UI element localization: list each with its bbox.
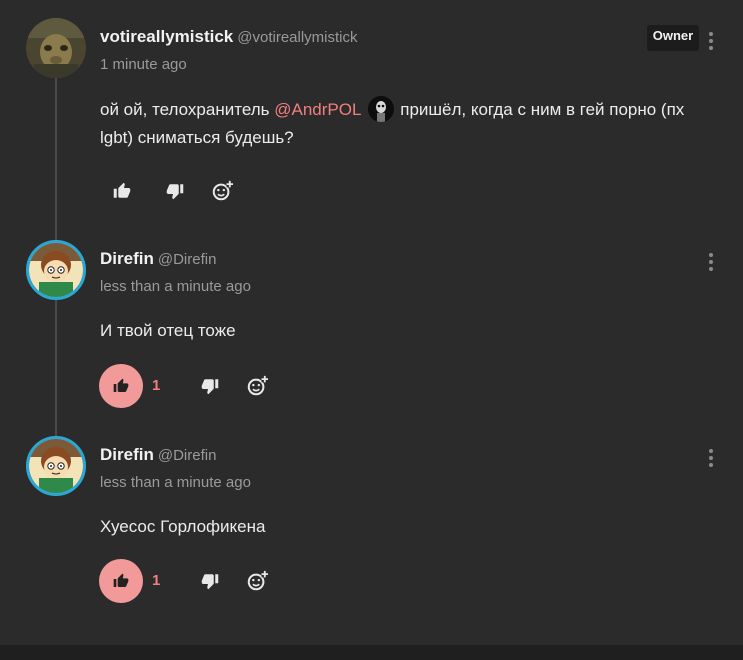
author-name[interactable]: Direfin [100, 445, 154, 464]
comment-text: ой ой, телохранитель @AndrPOL пришёл, ко… [100, 95, 720, 152]
avatar[interactable] [26, 240, 86, 300]
owner-badge: Owner [647, 25, 699, 51]
thumbs-up-icon [113, 573, 129, 587]
comment-text: И твой отец тоже [100, 321, 236, 340]
author-name[interactable]: Direfin [100, 249, 154, 268]
more-options-button[interactable] [702, 250, 720, 274]
thumbs-up-icon [113, 378, 129, 392]
comment-text-part: ой ой, телохранитель [100, 100, 275, 119]
add-reaction-icon [247, 375, 268, 396]
add-reaction-button[interactable] [242, 371, 272, 401]
thumbs-down-icon [166, 184, 184, 200]
avatar[interactable] [26, 436, 86, 496]
thumbs-down-icon [201, 574, 219, 590]
comment-author[interactable]: votireallymistick @votireallymistick [100, 27, 358, 47]
author-handle[interactable]: @votireallymistick [237, 29, 357, 46]
more-vertical-icon [709, 32, 713, 36]
comment-author[interactable]: Direfin @Direfin [100, 445, 216, 465]
add-reaction-icon [212, 180, 233, 201]
like-count: 1 [152, 377, 161, 394]
comment-timestamp: less than a minute ago [100, 474, 251, 491]
comment-timestamp: less than a minute ago [100, 278, 251, 295]
author-name[interactable]: votireallymistick [100, 27, 233, 46]
like-button[interactable] [107, 176, 137, 206]
more-vertical-icon [709, 253, 713, 257]
author-handle[interactable]: @Direfin [158, 251, 217, 268]
author-handle[interactable]: @Direfin [158, 447, 217, 464]
add-reaction-icon [247, 570, 268, 591]
dislike-button[interactable] [160, 176, 190, 206]
thumbs-down-icon [201, 379, 219, 395]
avatar[interactable] [26, 18, 86, 78]
more-vertical-icon [709, 449, 713, 453]
like-button[interactable] [99, 364, 143, 408]
add-reaction-button[interactable] [242, 566, 272, 596]
comment-author[interactable]: Direfin @Direfin [100, 249, 216, 269]
mention-avatar[interactable] [367, 95, 394, 122]
thumbs-up-icon [113, 182, 131, 198]
dislike-button[interactable] [195, 566, 225, 596]
add-reaction-button[interactable] [207, 176, 237, 206]
like-count: 1 [152, 572, 161, 589]
comment-timestamp: 1 minute ago [100, 56, 187, 73]
comments-panel: votireallymistick @votireallymistick 1 mi… [0, 0, 743, 660]
comment-text: Хуесос Горлофикена [100, 517, 266, 536]
like-button[interactable] [99, 559, 143, 603]
more-options-button[interactable] [702, 446, 720, 470]
user-mention-link[interactable]: @AndrPOL [274, 100, 361, 119]
more-options-button[interactable] [702, 29, 720, 53]
bottom-divider [0, 645, 743, 660]
dislike-button[interactable] [195, 371, 225, 401]
